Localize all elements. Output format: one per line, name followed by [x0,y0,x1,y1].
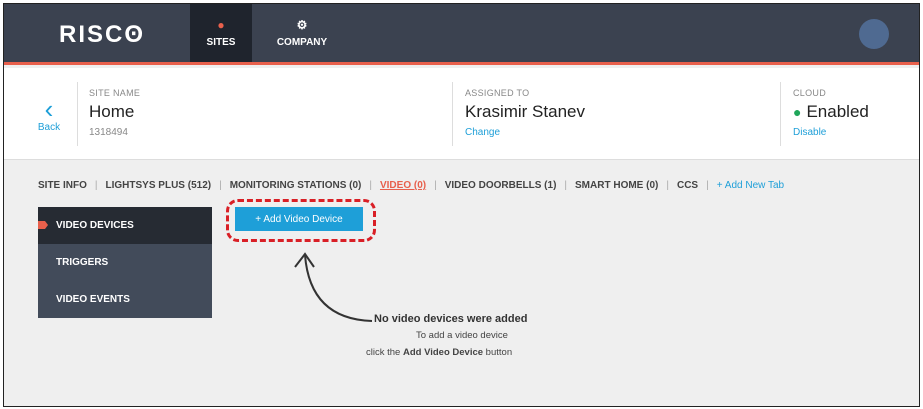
menu-item-video-events[interactable]: VIDEO EVENTS [38,281,212,318]
top-bar: RISCʘ ● SITES ⚙ COMPANY [4,4,919,65]
change-link[interactable]: Change [465,127,585,138]
empty-state-line: To add a video device [416,330,508,341]
divider [780,82,781,146]
tab-separator: | [219,180,222,191]
site-header: ‹ Back SITE NAME Home 1318494 ASSIGNED T… [4,68,919,160]
menu-item-video-devices[interactable]: VIDEO DEVICES [38,207,212,244]
menu-item-label: VIDEO DEVICES [56,220,134,231]
assigned-to-value: Krasimir Stanev [465,102,585,121]
active-marker-icon [38,221,48,229]
tab-separator: | [564,180,568,191]
nav-company[interactable]: ⚙ COMPANY [262,4,342,62]
tab-separator: | [706,180,709,191]
site-name-label: SITE NAME [89,88,141,98]
cloud-status: ● Enabled [793,102,869,122]
tab-smart-home[interactable]: SMART HOME (0) [575,180,658,191]
instruction-bold: Add Video Device [402,347,484,358]
tab-ccs[interactable]: CCS [677,180,698,191]
user-avatar[interactable] [859,19,889,49]
tab-separator: | [94,180,98,191]
back-button[interactable]: ‹ Back [34,94,64,133]
app-frame: RISCʘ ● SITES ⚙ COMPANY ‹ Back SITE NAME… [3,3,920,407]
instruction-suffix: button [483,347,513,358]
site-name-value: Home [89,102,135,121]
site-name-field: SITE NAME Home 1318494 [89,88,140,138]
tab-site-info[interactable]: SITE INFO [38,180,87,191]
tab-monitoring-stations[interactable]: MONITORING STATIONS (0) [230,180,362,191]
assigned-to-label: ASSIGNED TO [465,88,530,98]
cloud-field: CLOUD ● Enabled Disable [793,88,869,138]
tab-video-doorbells[interactable]: VIDEO DOORBELLS (1) [445,180,557,191]
menu-item-label: TRIGGERS [56,257,109,268]
empty-state-instruction: click the Add Video Device button [366,347,512,358]
video-side-menu: VIDEO DEVICES TRIGGERS VIDEO EVENTS [38,207,212,318]
divider [452,82,453,146]
tab-lightsys-plus[interactable]: LIGHTSYS PLUS (512) [106,180,212,191]
tab-separator: | [369,180,372,191]
instruction-prefix: click the [366,347,403,358]
pointer-arrow-icon [294,252,373,322]
gear-icon: ⚙ [296,17,308,32]
menu-item-label: VIDEO EVENTS [56,294,130,305]
cloud-status-text: Enabled [806,102,869,121]
site-id: 1318494 [89,127,128,138]
disable-link[interactable]: Disable [793,127,869,138]
map-pin-icon: ● [217,17,225,32]
divider [77,82,78,146]
menu-item-triggers[interactable]: TRIGGERS [38,244,212,281]
risco-logo[interactable]: RISCʘ [59,21,145,49]
back-label: Back [37,122,61,133]
add-video-device-button[interactable]: + Add Video Device [235,207,363,231]
tab-video[interactable]: VIDEO (0) [380,180,426,191]
nav-company-label: COMPANY [276,36,328,48]
tab-separator: | [434,180,437,191]
assigned-to-field: ASSIGNED TO Krasimir Stanev Change [465,88,585,138]
status-dot-icon: ● [793,104,802,120]
site-tabs: SITE INFO | LIGHTSYS PLUS (512) | MONITORING… [38,180,784,191]
nav-sites-label: SITES [206,36,236,48]
add-new-tab-link[interactable]: + Add New Tab [717,180,784,191]
nav-sites[interactable]: ● SITES [190,4,252,62]
tab-separator: | [666,180,669,191]
cloud-label: CLOUD [793,88,827,98]
empty-state-title: No video devices were added [374,313,528,325]
chevron-left-icon: ‹ [44,94,54,124]
